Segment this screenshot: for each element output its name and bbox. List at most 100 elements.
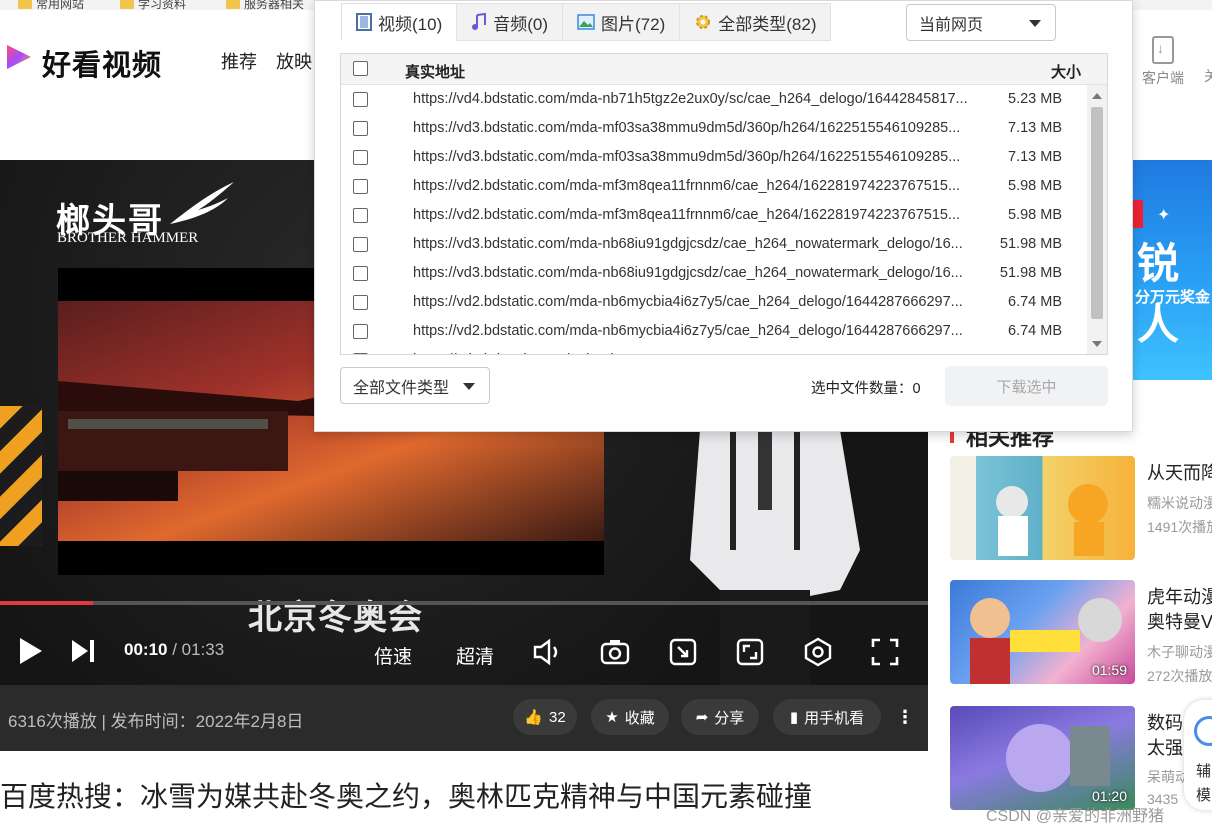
anime-scene-image — [996, 484, 1108, 556]
related-item-title-line2[interactable]: 奥特曼V — [1147, 608, 1212, 634]
tab-audio[interactable]: 音频(0) — [457, 3, 564, 41]
promo-banner[interactable]: ✦ 锐人 分万元奖金 — [1133, 160, 1212, 380]
sparkle-icon: ✦ — [1157, 207, 1171, 224]
row-checkbox[interactable] — [353, 266, 368, 281]
more-options-icon[interactable]: ⋮ — [896, 707, 914, 728]
row-checkbox[interactable] — [353, 295, 368, 310]
folder-icon — [18, 0, 32, 9]
scroll-down-arrow-icon[interactable] — [1092, 341, 1102, 347]
resource-size: 8.70 MB — [1008, 352, 1062, 354]
page-headline[interactable]: 百度热搜：冰雪为媒共赴冬奥之约，奥林匹克精神与中国元素碰撞 — [0, 775, 812, 815]
resource-size: 7.13 MB — [1008, 120, 1062, 136]
table-row[interactable]: https://vd2.bdstatic.com/mda-mf3m8qea11f… — [341, 172, 1086, 201]
favorite-button[interactable]: ★ 收藏 — [591, 699, 669, 735]
resource-url: https://vd2.bdstatic.com/mda-mf3m8qea11f… — [413, 207, 961, 223]
tab-video[interactable]: 视频(10) — [341, 3, 458, 41]
resource-size: 5.98 MB — [1008, 178, 1062, 194]
hazard-stripes — [0, 406, 42, 546]
quality-button[interactable]: 超清 — [456, 642, 494, 669]
chevron-down-icon — [1029, 19, 1041, 27]
resource-url: https://vd3.bdstatic.com/mda-nb68iu91gdg… — [413, 265, 963, 281]
table-scrollbar[interactable] — [1087, 85, 1107, 354]
web-fullscreen-icon[interactable] — [736, 638, 764, 666]
play-icon[interactable] — [18, 636, 44, 666]
next-icon[interactable] — [70, 638, 98, 664]
related-item-author[interactable]: 木子聊动漫 — [1147, 642, 1212, 662]
channel-brand-en: BROTHER HAMMER — [57, 230, 199, 246]
resource-size: 5.98 MB — [1008, 207, 1062, 223]
bookmark-item[interactable]: 学习资料 — [120, 0, 186, 10]
bookmark-item[interactable]: 服务器相关 — [226, 0, 304, 10]
table-row[interactable]: https://vd2.bdstatic.com/mda-mf3m8qea11f… — [341, 201, 1086, 230]
assistant-icon — [1194, 716, 1212, 746]
resource-url: https://vd3.bdstatic.com/mda-mf03sa38mmu… — [413, 149, 961, 165]
header-edge-item[interactable]: 关 — [1204, 66, 1212, 86]
client-download-button[interactable]: 客户端 — [1137, 36, 1189, 88]
row-checkbox[interactable] — [353, 208, 368, 223]
row-checkbox[interactable] — [353, 92, 368, 107]
row-checkbox[interactable] — [353, 179, 368, 194]
file-type-select[interactable]: 全部文件类型 — [340, 367, 490, 404]
select-all-checkbox[interactable] — [353, 61, 368, 76]
table-row[interactable]: https://vd3.bdstatic.com/mda-nb68iu91gdg… — [341, 230, 1086, 259]
download-client-icon — [1152, 36, 1174, 64]
progress-bar[interactable] — [0, 601, 928, 605]
volume-icon[interactable] — [532, 638, 564, 666]
tab-all-types[interactable]: 全部类型(82) — [680, 3, 832, 41]
total-time: 01:33 — [181, 640, 225, 659]
column-url: 真实地址 — [405, 64, 466, 81]
row-checkbox[interactable] — [353, 237, 368, 252]
scroll-up-arrow-icon[interactable] — [1092, 93, 1102, 99]
related-thumbnail[interactable]: 01:20 — [950, 706, 1135, 810]
picture-in-picture-icon[interactable] — [669, 638, 699, 666]
column-size: 大小 — [1051, 64, 1082, 81]
row-checkbox[interactable] — [353, 353, 368, 354]
related-thumbnail[interactable]: 01:59 — [950, 580, 1135, 684]
related-item-title[interactable]: 从天而降 — [1147, 459, 1212, 485]
screenshot-icon[interactable] — [600, 638, 630, 666]
folder-icon — [120, 0, 134, 9]
table-header: 真实地址 大小 — [341, 54, 1107, 85]
table-row[interactable]: https://vd3.bdstatic.com/mda-mf03sa38mmu… — [341, 114, 1086, 143]
table-row[interactable]: https://vd3.bdstatic.com/mda-nb68iu91gdg… — [341, 259, 1086, 288]
scrollbar-thumb[interactable] — [1091, 107, 1103, 319]
download-selected-button[interactable]: 下载选中 — [945, 366, 1108, 406]
assistant-float-button[interactable]: 辅 模 — [1184, 700, 1212, 810]
resource-url: https://vd2.bdstatic.com/mda-nb6mycbia4i… — [413, 323, 963, 339]
watch-on-mobile-button[interactable]: ▮ 用手机看 — [773, 699, 881, 735]
related-item-author[interactable]: 糯米说动漫 — [1147, 493, 1212, 513]
fullscreen-icon[interactable] — [871, 638, 899, 666]
bookmark-item[interactable]: 常用网站 — [18, 0, 84, 10]
site-name[interactable]: 好看视频 — [42, 42, 162, 84]
video-subtitle: 北京冬奥会 — [248, 599, 423, 637]
site-logo-icon[interactable] — [4, 42, 34, 72]
table-row[interactable]: https://vd2.bdstatic.com/mda-nb6mycbia4i… — [341, 288, 1086, 317]
table-row[interactable]: https://vd2.bdstatic.com/mda-nb6mycbia4i… — [341, 317, 1086, 346]
row-checkbox[interactable] — [353, 150, 368, 165]
related-thumbnail[interactable] — [950, 456, 1135, 560]
settings-icon[interactable] — [803, 637, 833, 667]
like-button[interactable]: 👍 32 — [513, 699, 577, 735]
related-item-title-line2[interactable]: 太强 — [1147, 734, 1183, 760]
share-button[interactable]: ➦ 分享 — [681, 699, 759, 735]
table-row[interactable]: https://vd4.bdstatic.com/mda-nb7... 8.70 … — [341, 346, 1086, 354]
row-checkbox[interactable] — [353, 324, 368, 339]
scope-select[interactable]: 当前网页 — [906, 4, 1056, 41]
nav-screening[interactable]: 放映 — [276, 48, 312, 74]
resource-url: https://vd4.bdstatic.com/mda-nb71h5tgz2e… — [413, 91, 968, 107]
star-icon: ★ — [605, 709, 619, 726]
progress-fill — [0, 601, 93, 605]
table-row[interactable]: https://vd3.bdstatic.com/mda-mf03sa38mmu… — [341, 143, 1086, 172]
media-type-tabs: 视频(10) 音频(0) 图片(72) 全部类型(82) — [341, 3, 832, 41]
time-display: 00:10 / 01:33 — [124, 640, 224, 660]
film-icon — [356, 13, 372, 31]
speed-button[interactable]: 倍速 — [374, 642, 412, 669]
table-row[interactable]: https://vd4.bdstatic.com/mda-nb71h5tgz2e… — [341, 85, 1086, 114]
banner-accent — [1133, 200, 1143, 228]
nav-recommend[interactable]: 推荐 — [221, 48, 257, 74]
related-item-title[interactable]: 虎年动漫 — [1147, 583, 1212, 609]
row-checkbox[interactable] — [353, 121, 368, 136]
tab-images[interactable]: 图片(72) — [563, 3, 681, 41]
resource-url: https://vd2.bdstatic.com/mda-nb6mycbia4i… — [413, 294, 963, 310]
resource-url: https://vd2.bdstatic.com/mda-mf3m8qea11f… — [413, 178, 961, 194]
